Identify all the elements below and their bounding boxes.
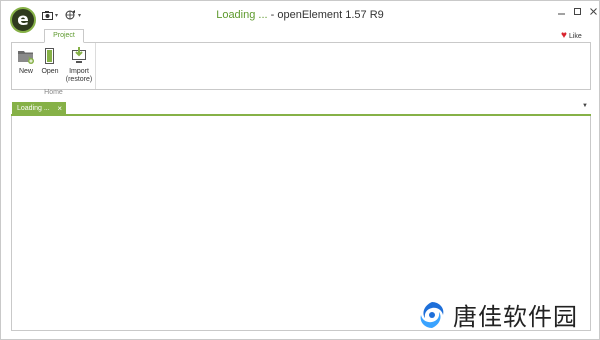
document-tab-label: Loading ... <box>17 105 50 112</box>
tab-list-dropdown[interactable]: ▼ <box>582 103 588 109</box>
heart-icon: ♥ <box>561 30 567 41</box>
like-button[interactable]: ♥ Like <box>561 31 582 41</box>
maximize-icon <box>573 8 581 15</box>
app-window: e ▾ ▾ Loading ... - openElement 1.57 R9 <box>0 0 600 340</box>
import-label-line2: (restore) <box>65 76 93 83</box>
import-computer-icon <box>72 47 86 63</box>
import-restore-button[interactable]: Import (restore) <box>64 47 94 84</box>
ribbon-group-label-home: Home <box>44 89 63 96</box>
close-button[interactable] <box>587 7 599 19</box>
title-app-name: openElement 1.57 R9 <box>277 9 384 21</box>
new-label: New <box>18 68 33 75</box>
title-bar: e ▾ ▾ Loading ... - openElement 1.57 R9 <box>1 1 599 33</box>
watermark-text: 唐佳软件园 <box>453 303 578 331</box>
new-button[interactable]: New <box>15 47 37 76</box>
minimize-button[interactable] <box>555 7 567 19</box>
title-status: Loading ... <box>216 9 268 21</box>
open-label: Open <box>41 68 59 75</box>
import-label-line1: Import <box>69 68 89 75</box>
open-button[interactable]: Open <box>39 47 61 76</box>
new-folder-icon <box>18 51 34 64</box>
ribbon-group-divider <box>95 43 96 89</box>
open-book-icon <box>45 48 54 64</box>
close-icon <box>589 8 597 15</box>
swirl-logo-icon <box>420 301 444 328</box>
maximize-button[interactable] <box>571 7 583 19</box>
watermark: 唐佳软件园 <box>417 297 578 332</box>
tab-project[interactable]: Project <box>44 29 84 43</box>
ribbon-panel: New Open Import (restore) <box>11 42 591 90</box>
minimize-icon <box>557 13 565 15</box>
like-label: Like <box>568 32 582 40</box>
chevron-down-icon: ▼ <box>582 103 588 109</box>
window-title: Loading ... - openElement 1.57 R9 <box>1 9 599 21</box>
